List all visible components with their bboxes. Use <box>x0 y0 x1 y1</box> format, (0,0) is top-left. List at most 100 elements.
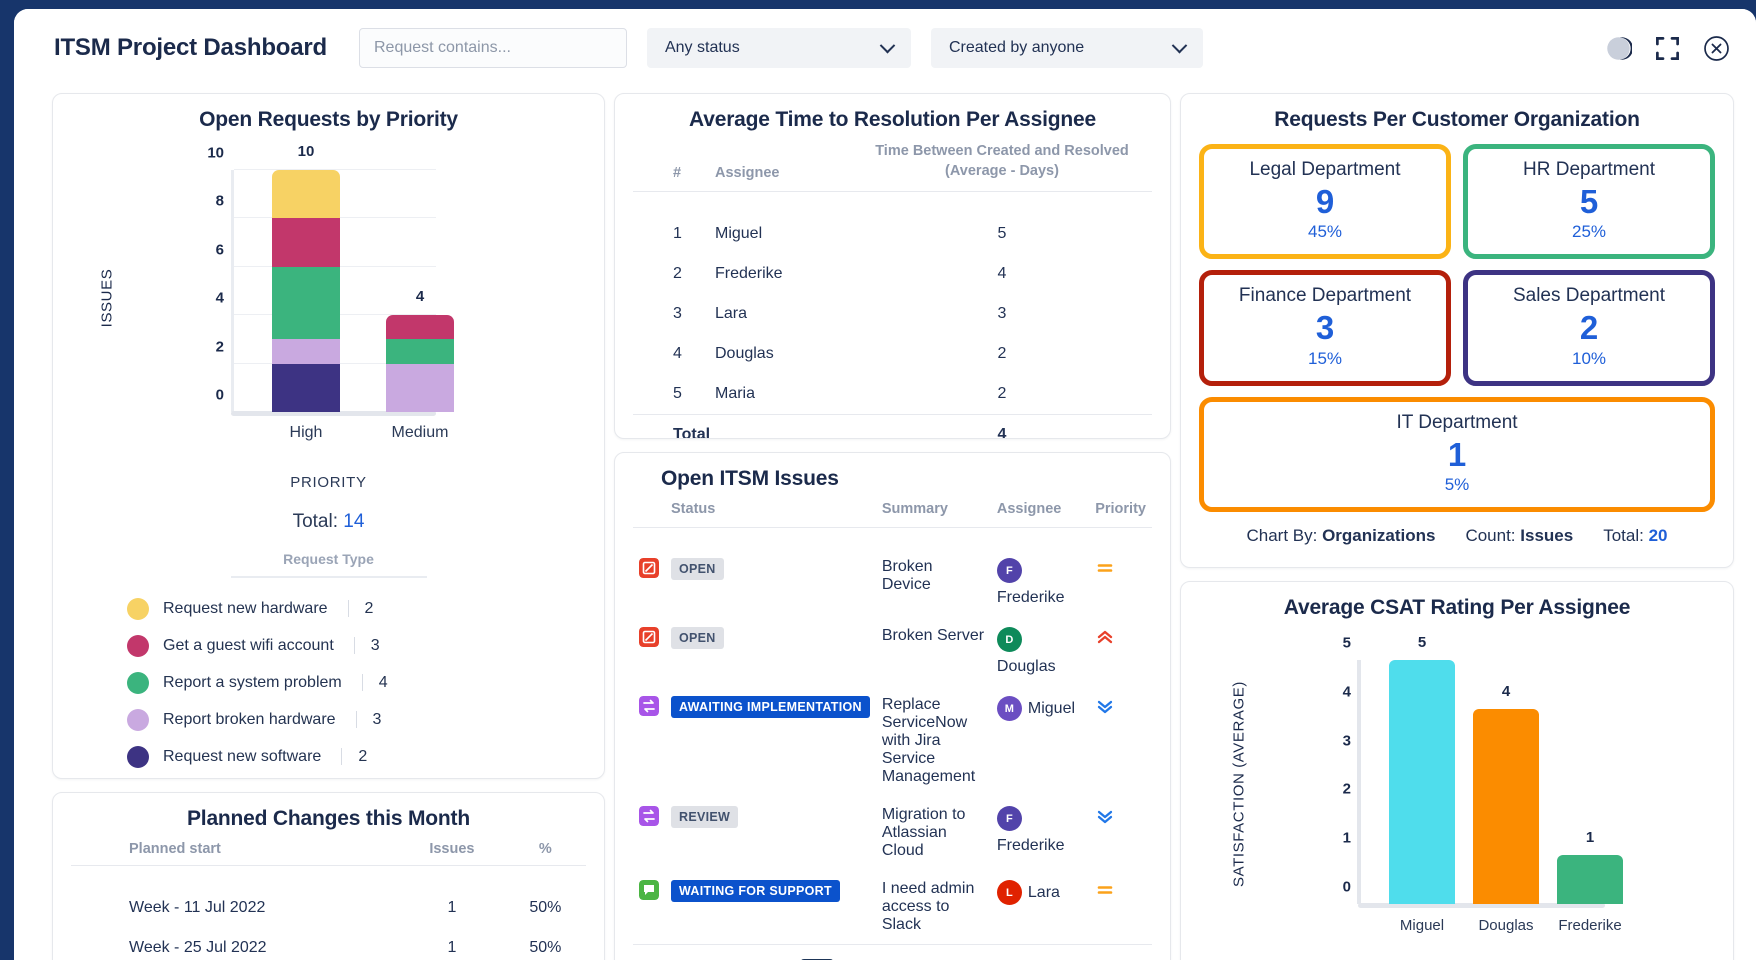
change-icon <box>639 806 659 826</box>
table-row[interactable]: Week - 25 Jul 2022150% <box>71 928 586 960</box>
cell-pct: 50% <box>505 888 586 928</box>
table-row[interactable]: Week - 11 Jul 2022150% <box>71 888 586 928</box>
table-row[interactable]: OPENBroken DeviceFFrederike <box>633 548 1152 617</box>
y-axis-tick: 5 <box>1343 635 1351 652</box>
fullscreen-icon[interactable] <box>1654 35 1681 62</box>
table-row[interactable]: 4Douglas2 <box>633 334 1152 374</box>
cell-summary[interactable]: I need admin access to Slack <box>876 870 991 944</box>
table-header-row: Status Summary Assignee Priority <box>633 495 1152 528</box>
total-label: Total: <box>1603 526 1644 545</box>
organization-tiles: Legal Department945%HR Department525%Fin… <box>1199 144 1715 512</box>
search-input[interactable] <box>359 28 627 68</box>
legend-item[interactable]: Get a guest wifi account 3 <box>71 627 586 664</box>
dashboard-modal: ITSM Project Dashboard Any status Create… <box>14 9 1756 960</box>
table-header-row: # Assignee Time Between Created and Reso… <box>633 136 1152 192</box>
assignee-name: Frederike <box>997 589 1065 607</box>
organization-tile[interactable]: Finance Department315% <box>1199 270 1451 385</box>
avatar: F <box>997 558 1022 583</box>
avatar: M <box>997 696 1022 721</box>
cell-days: 2 <box>852 374 1152 415</box>
dashboard-grid: Open Requests by Priority ISSUES 0246810… <box>14 87 1756 960</box>
y-axis-tick: 10 <box>207 145 224 162</box>
col-summary: Summary <box>876 495 991 528</box>
legend-color-dot <box>127 598 149 620</box>
chart-by-label: Chart By: <box>1246 526 1317 545</box>
organization-percent: 5% <box>1212 475 1702 495</box>
total-value: 20 <box>1649 526 1668 545</box>
table-row[interactable]: 2Frederike4 <box>633 254 1152 294</box>
table-row[interactable]: 5Maria2 <box>633 374 1152 415</box>
bar-segment <box>272 267 340 340</box>
service-request-icon <box>639 880 659 900</box>
cell-planned-start: Week - 11 Jul 2022 <box>123 888 399 928</box>
creator-filter-select[interactable]: Created by anyone <box>931 28 1203 68</box>
cell-summary[interactable]: Broken Device <box>876 548 991 617</box>
card-title: Open Requests by Priority <box>71 108 586 132</box>
legend-item-value: 2 <box>365 600 374 618</box>
bar-segment <box>386 364 454 412</box>
table-row[interactable]: WAITING FOR SUPPORTI need admin access t… <box>633 870 1152 944</box>
total-value: 14 <box>343 511 364 532</box>
organization-tile[interactable]: HR Department525% <box>1463 144 1715 259</box>
col-rank: # <box>667 136 709 192</box>
cell-summary[interactable]: Replace ServiceNow with Jira Service Man… <box>876 686 991 796</box>
priority-low-icon <box>1095 696 1115 716</box>
organization-tile[interactable]: Sales Department210% <box>1463 270 1715 385</box>
creator-filter-value: Created by anyone <box>949 39 1084 57</box>
organization-footer: Chart By: Organizations Count: Issues To… <box>1199 526 1715 546</box>
y-axis-tick: 0 <box>216 387 224 404</box>
bar-group[interactable]: 10High <box>272 170 340 412</box>
legend-item-label: Request new hardware <box>163 600 328 618</box>
open-itsm-issues-card: Open ITSM Issues Status Summary Assignee… <box>614 452 1171 960</box>
legend-item[interactable]: Report broken hardware3 <box>71 701 586 738</box>
cell-summary[interactable]: Broken Server <box>876 617 991 686</box>
table-row[interactable]: OPENBroken ServerDDouglas <box>633 617 1152 686</box>
cell-summary[interactable]: Migration to Atlassian Cloud <box>876 796 991 870</box>
window-frame: ITSM Project Dashboard Any status Create… <box>0 0 1756 960</box>
avatar: D <box>997 627 1022 652</box>
table-row[interactable]: AWAITING IMPLEMENTATIONReplace ServiceNo… <box>633 686 1152 796</box>
header-actions <box>1605 35 1730 62</box>
avg-csat-rating-card: Average CSAT Rating Per Assignee SATISFA… <box>1180 581 1734 960</box>
organization-count: 9 <box>1212 181 1438 222</box>
legend-item[interactable]: Request new hardware 2 <box>71 590 586 627</box>
col-pct: % <box>505 835 586 866</box>
close-icon[interactable] <box>1703 35 1730 62</box>
bar-total-label: 10 <box>298 143 315 160</box>
bar-value-label: 1 <box>1586 829 1594 846</box>
bar-total-label: 4 <box>416 288 424 305</box>
legend-item-label: Report a system problem <box>163 674 342 692</box>
bar-group[interactable]: 4Medium <box>386 315 454 412</box>
table-row[interactable]: 3Lara3 <box>633 294 1152 334</box>
col-assignee: Assignee <box>991 495 1089 528</box>
open-requests-by-priority-card: Open Requests by Priority ISSUES 0246810… <box>52 93 605 779</box>
avatar: L <box>997 880 1022 905</box>
bar[interactable]: 4Douglas <box>1473 709 1539 904</box>
dashboard-column-left: Open Requests by Priority ISSUES 0246810… <box>52 93 605 960</box>
legend-item-value: 3 <box>371 637 380 655</box>
legend-item[interactable]: Report a system problem4 <box>71 664 586 701</box>
organization-percent: 10% <box>1476 349 1702 369</box>
chevron-down-icon <box>1172 37 1188 53</box>
bar-segment <box>386 339 454 363</box>
assignee-name: Miguel <box>1028 700 1075 718</box>
legend-item-label: Request new software <box>163 748 321 766</box>
bar[interactable]: 5Miguel <box>1389 660 1455 904</box>
y-axis-tick: 3 <box>1343 732 1351 749</box>
organization-tile[interactable]: Legal Department945% <box>1199 144 1451 259</box>
table-row[interactable]: 1Miguel5 <box>633 214 1152 254</box>
legend-color-dot <box>127 672 149 694</box>
col-priority: Priority <box>1089 495 1152 528</box>
bar-segment <box>272 170 340 218</box>
organization-tile[interactable]: IT Department15% <box>1199 397 1715 512</box>
y-axis-label: ISSUES <box>99 269 116 328</box>
status-filter-select[interactable]: Any status <box>647 28 911 68</box>
dark-mode-icon[interactable] <box>1605 35 1632 62</box>
cell-issues: 1 <box>399 888 505 928</box>
table-row[interactable]: REVIEWMigration to Atlassian CloudFFrede… <box>633 796 1152 870</box>
legend-item-label: Get a guest wifi account <box>163 637 334 655</box>
chart-by-stat: Chart By: Organizations <box>1246 526 1435 546</box>
bar[interactable]: 1Frederike <box>1557 855 1623 904</box>
legend-item[interactable]: Request new software2 <box>71 738 586 775</box>
bar-segment <box>272 364 340 412</box>
